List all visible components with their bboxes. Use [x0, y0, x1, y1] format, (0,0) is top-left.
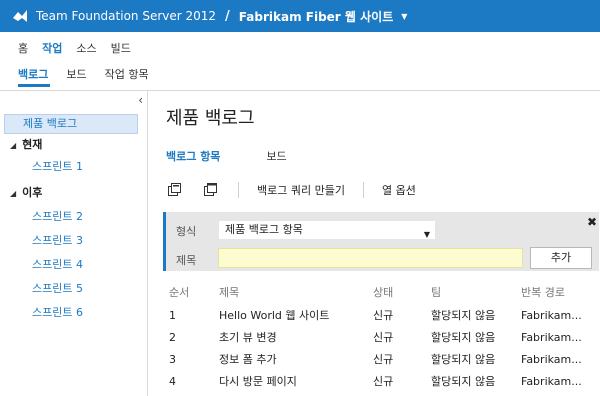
table-row[interactable]: 4 다시 방문 페이지 신규 할당되지 않음 Fabrikam...	[169, 372, 599, 392]
triangle-down-icon[interactable]: ◢	[10, 189, 16, 198]
sidebar-item-sprint-5[interactable]: 스프린트 5	[32, 279, 83, 299]
column-header-state[interactable]: 상태	[373, 283, 393, 303]
chevron-down-icon: ▼	[423, 230, 430, 239]
cell-team: 할당되지 않음	[431, 353, 496, 366]
cell-iteration: Fabrikam...	[521, 331, 582, 344]
cell-state: 신규	[373, 375, 394, 388]
cell-title: Hello World 웹 사이트	[219, 309, 330, 322]
cell-team: 할당되지 않음	[431, 331, 496, 344]
backlog-tabs: 백로그 항목 보드	[166, 148, 287, 164]
toolbar-separator	[238, 182, 239, 198]
column-header-team[interactable]: 팀	[431, 283, 441, 303]
cell-state: 신규	[373, 331, 394, 344]
column-options-button[interactable]: 열 옵션	[382, 182, 416, 198]
work-item-type-value: 제품 백로그 항목	[225, 223, 303, 236]
add-button[interactable]: 추가	[530, 247, 592, 269]
column-header-title[interactable]: 제목	[219, 283, 239, 303]
sidebar-group-future[interactable]: ◢ 이후	[0, 183, 42, 203]
tab-work-items[interactable]: 작업 항목	[105, 66, 149, 82]
cell-title: 정보 폼 추가	[219, 353, 277, 366]
sidebar-group-label: 현재	[22, 138, 43, 151]
nav-source[interactable]: 소스	[76, 40, 96, 56]
work-item-type-select[interactable]: 제품 백로그 항목 ▼	[218, 220, 436, 240]
chevron-down-icon[interactable]: ▼	[401, 12, 407, 21]
type-label: 형식	[176, 225, 197, 238]
tfs-logo-icon	[12, 8, 28, 24]
page-title: 제품 백로그	[166, 108, 255, 129]
column-header-order[interactable]: 순서	[169, 283, 189, 303]
table-header: 순서 제목 상태 팀 반복 경로	[169, 283, 599, 303]
sidebar-item-sprint-3[interactable]: 스프린트 3	[32, 231, 83, 251]
collapse-all-icon[interactable]	[202, 182, 220, 198]
backlog-table: 순서 제목 상태 팀 반복 경로 1 Hello World 웹 사이트 신규 …	[169, 283, 599, 392]
cell-order: 2	[169, 331, 176, 344]
server-name[interactable]: Team Foundation Server 2012	[36, 9, 216, 23]
nav-work[interactable]: 작업	[42, 40, 62, 56]
cell-iteration: Fabrikam...	[521, 309, 582, 322]
cell-state: 신규	[373, 353, 394, 366]
sidebar-item-sprint-1[interactable]: 스프린트 1	[32, 157, 83, 177]
cell-state: 신규	[373, 309, 394, 322]
triangle-down-icon[interactable]: ◢	[10, 141, 16, 150]
cell-title: 초기 뷰 변경	[219, 331, 277, 344]
cell-iteration: Fabrikam...	[521, 375, 582, 388]
sidebar-item-sprint-6[interactable]: 스프린트 6	[32, 303, 83, 323]
sidebar-item-sprint-4[interactable]: 스프린트 4	[32, 255, 83, 275]
nav-build[interactable]: 빌드	[111, 40, 131, 56]
title-bar: Team Foundation Server 2012 / Fabrikam F…	[0, 0, 600, 32]
breadcrumb-separator: /	[225, 8, 230, 24]
nav-home[interactable]: 홈	[18, 40, 28, 56]
active-tab-underline	[18, 84, 50, 87]
project-name[interactable]: Fabrikam Fiber 웹 사이트	[239, 8, 393, 25]
quick-add-panel: 형식 제품 백로그 항목 ▼ 제목 추가 ✖	[163, 212, 599, 271]
title-input[interactable]	[218, 248, 523, 268]
table-row[interactable]: 3 정보 폼 추가 신규 할당되지 않음 Fabrikam...	[169, 350, 599, 370]
cell-order: 4	[169, 375, 176, 388]
tab-backlog[interactable]: 백로그	[18, 66, 48, 82]
collapse-sidebar-icon[interactable]: ‹	[138, 93, 143, 107]
cell-team: 할당되지 않음	[431, 309, 496, 322]
table-row[interactable]: 1 Hello World 웹 사이트 신규 할당되지 않음 Fabrikam.…	[169, 306, 599, 326]
sidebar-group-current[interactable]: ◢ 현재	[0, 135, 42, 155]
create-query-button[interactable]: 백로그 쿼리 만들기	[257, 182, 345, 198]
close-icon[interactable]: ✖	[587, 215, 597, 229]
table-row[interactable]: 2 초기 뷰 변경 신규 할당되지 않음 Fabrikam...	[169, 328, 599, 348]
toolbar-separator	[362, 182, 364, 198]
toolbar: 백로그 쿼리 만들기 열 옵션	[166, 180, 596, 200]
cell-title: 다시 방문 페이지	[219, 375, 297, 388]
cell-team: 할당되지 않음	[431, 375, 496, 388]
sidebar-item-sprint-2[interactable]: 스프린트 2	[32, 207, 83, 227]
expand-all-icon[interactable]	[166, 182, 184, 198]
cell-iteration: Fabrikam...	[521, 353, 582, 366]
main-content: 제품 백로그 백로그 항목 보드 백로그 쿼리 만들기 열 옵션 형식 제품 백…	[149, 91, 600, 396]
sidebar-group-label: 이후	[22, 186, 43, 199]
sidebar: ‹ 제품 백로그 ◢ 현재 스프린트 1 ◢ 이후 스프린트 2 스프린트 3 스프…	[0, 91, 148, 396]
sidebar-item-product-backlog[interactable]: 제품 백로그	[4, 114, 138, 134]
column-header-iteration[interactable]: 반복 경로	[521, 283, 565, 303]
primary-nav: 홈 작업 소스 빌드	[18, 40, 131, 56]
tab-backlog-items[interactable]: 백로그 항목	[166, 148, 220, 164]
title-label: 제목	[176, 254, 197, 267]
cell-order: 1	[169, 309, 176, 322]
cell-order: 3	[169, 353, 176, 366]
tab-board-view[interactable]: 보드	[266, 148, 286, 164]
tab-board[interactable]: 보드	[66, 66, 86, 82]
secondary-nav: 백로그 보드 작업 항목	[18, 66, 149, 82]
